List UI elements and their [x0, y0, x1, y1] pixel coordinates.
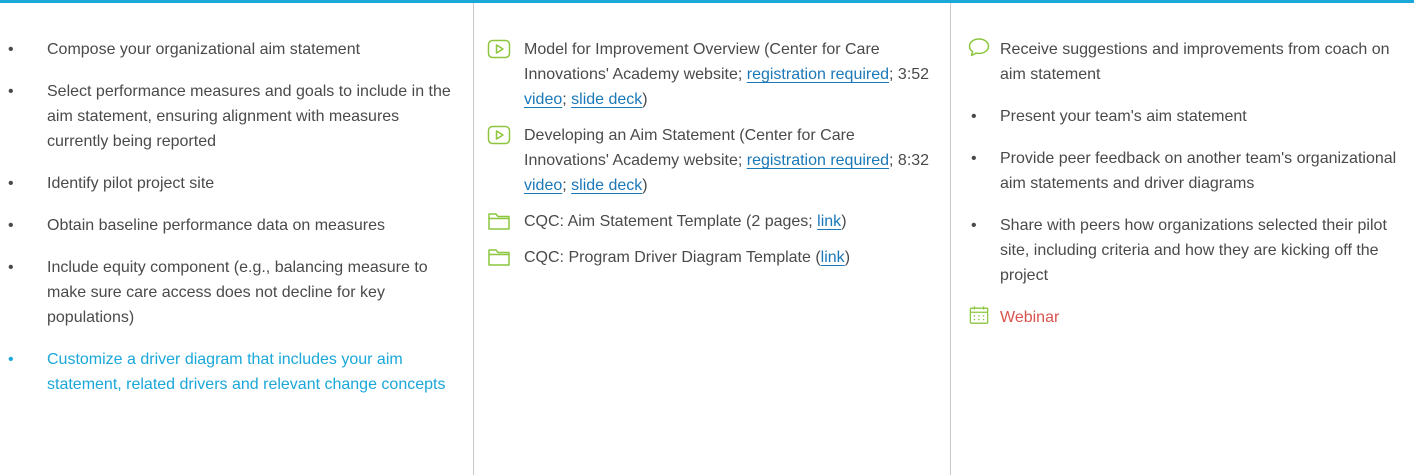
speech-bubble-icon — [968, 38, 990, 57]
video-icon — [487, 39, 511, 59]
list-item: • Identify pilot project site — [8, 171, 453, 196]
interactions-column: Receive suggestions and improvements fro… — [952, 3, 1414, 475]
resource-item-aim-template: CQC: Aim Statement Template (2 pages; li… — [485, 209, 932, 234]
folder-icon — [488, 249, 510, 266]
list-item: • Share with peers how organizations sele… — [967, 213, 1402, 288]
webinar-label: Webinar — [1000, 309, 1060, 326]
calendar-icon — [969, 306, 989, 324]
slide-deck-link[interactable]: slide deck — [571, 91, 642, 108]
bullet: • — [8, 41, 14, 58]
bullet: • — [8, 175, 14, 192]
bullet: • — [8, 259, 14, 276]
activities-list: • Compose your organizational aim stateme… — [8, 37, 453, 397]
list-item: • Obtain baseline performance data on mea… — [8, 213, 453, 238]
resources-column: Model for Improvement Overview (Center f… — [475, 3, 951, 475]
list-item: • Include equity component (e.g., balanci… — [8, 255, 453, 330]
list-item: • Provide peer feedback on another team's… — [967, 146, 1402, 196]
resource-item-aim-statement: Developing an Aim Statement (Center for … — [485, 123, 932, 198]
resource-item-model-for-improvement: Model for Improvement Overview (Center f… — [485, 37, 932, 112]
list-item: Receive suggestions and improvements fro… — [967, 37, 1402, 87]
driver-diagram-template-link[interactable]: link — [821, 249, 845, 266]
video-link[interactable]: video — [524, 91, 562, 108]
bullet: • — [971, 108, 977, 125]
interactions-list: Receive suggestions and improvements fro… — [967, 37, 1402, 330]
resources-list: Model for Improvement Overview (Center f… — [485, 37, 932, 270]
bullet: • — [8, 217, 14, 234]
activities-column: • Compose your organizational aim stateme… — [0, 3, 474, 475]
list-item: • Compose your organizational aim stateme… — [8, 37, 453, 62]
bullet: • — [8, 351, 14, 368]
bullet: • — [8, 83, 14, 100]
folder-icon — [488, 213, 510, 230]
registration-required-link[interactable]: registration required — [747, 152, 889, 169]
registration-required-link[interactable]: registration required — [747, 66, 889, 83]
list-item: • Select performance measures and goals t… — [8, 79, 453, 154]
slide-deck-link[interactable]: slide deck — [571, 177, 642, 194]
resource-item-driver-diagram-template: CQC: Program Driver Diagram Template (li… — [485, 245, 932, 270]
video-icon — [487, 125, 511, 145]
aim-template-link[interactable]: link — [817, 213, 841, 230]
list-item-highlighted: • Customize a driver diagram that include… — [8, 347, 453, 397]
video-link[interactable]: video — [524, 177, 562, 194]
webinar-item: Webinar — [967, 305, 1402, 330]
bullet: • — [971, 217, 977, 234]
bullet: • — [971, 150, 977, 167]
list-item: • Present your team's aim statement — [967, 104, 1402, 129]
